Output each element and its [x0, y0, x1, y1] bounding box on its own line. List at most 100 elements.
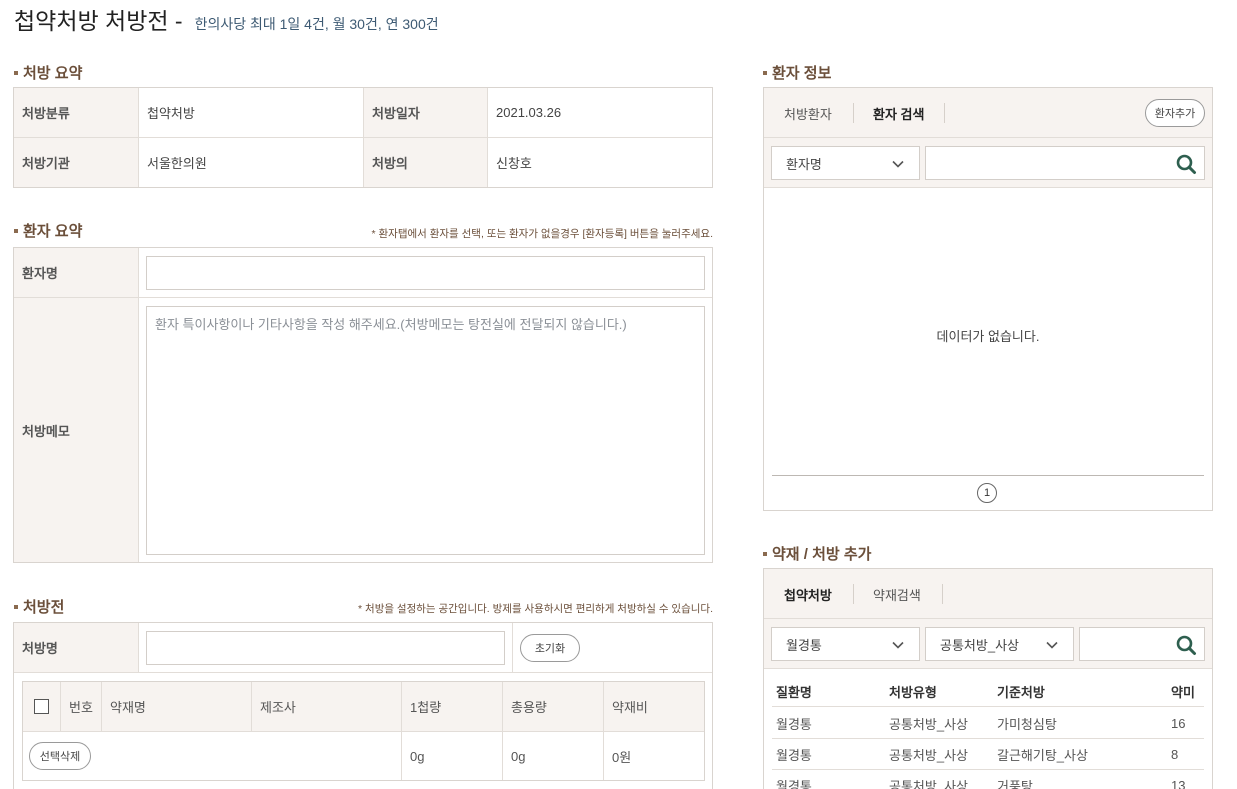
herb-search-box — [1079, 627, 1205, 661]
col-count: 약미 — [1171, 685, 1195, 700]
search-icon[interactable] — [1175, 634, 1197, 656]
row-count: 8 — [1171, 746, 1179, 762]
tab-herb-search[interactable]: 약재검색 — [873, 569, 921, 619]
col-per-dose: 1첩량 — [401, 682, 502, 731]
row-disease: 월경통 — [776, 778, 812, 789]
row-type: 공통처방_사상 — [889, 778, 968, 789]
summary-row-2: 처방기관 서울한의원 처방의 신창호 — [14, 138, 712, 187]
category-label: 처방분류 — [14, 88, 139, 137]
summary-table: 처방분류 첩약처방 처방일자 2021.03.26 처방기관 서울한의원 처방의… — [13, 87, 713, 188]
patient-name-label: 환자명 — [14, 248, 139, 297]
row-base: 가미청심탕 — [997, 716, 1057, 732]
summary-section-title: 처방 요약 — [14, 62, 82, 83]
tab-separator — [853, 103, 854, 123]
summary-row-1: 처방분류 첩약처방 처방일자 2021.03.26 — [14, 88, 712, 138]
square-bullet-icon — [14, 70, 18, 75]
col-no: 번호 — [69, 700, 93, 715]
tab-herbal-prescription[interactable]: 첩약처방 — [784, 569, 832, 619]
org-value: 서울한의원 — [147, 156, 207, 171]
col-maker: 제조사 — [251, 682, 401, 731]
tab-separator — [853, 584, 854, 604]
search-icon[interactable] — [1175, 153, 1197, 175]
total-per-dose: 0g — [401, 732, 502, 780]
disease-select[interactable]: 월경통 — [771, 627, 920, 661]
prescription-section-title: 처방전 — [14, 596, 64, 617]
row-type: 공통처방_사상 — [889, 716, 968, 732]
herb-table-header: 번호 약재명 제조사 1첩량 총용량 약재비 — [23, 682, 704, 732]
page-title-main: 첩약처방 처방전 - — [14, 8, 183, 34]
patient-filter-select-value: 환자명 — [786, 156, 822, 172]
total-cost: 0원 — [603, 732, 704, 780]
row-count: 13 — [1171, 777, 1186, 789]
list-item[interactable]: 월경통 공통처방_사상 가미청심탕 16 — [772, 708, 1204, 739]
memo-row: 처방메모 — [14, 298, 712, 562]
herb-add-section-title: 약재 / 처방 추가 — [763, 543, 871, 564]
row-disease: 월경통 — [776, 716, 812, 732]
herb-list-header: 질환명 처방유형 기준처방 약미 — [772, 677, 1204, 707]
patient-info-panel: 처방환자 환자 검색 환자추가 환자명 데이터가 없습니다. 1 — [763, 87, 1213, 511]
pager-divider — [772, 475, 1204, 476]
herb-filterbar: 월경통 공통처방_사상 — [764, 619, 1212, 669]
memo-textarea[interactable] — [146, 306, 705, 555]
square-bullet-icon — [763, 551, 767, 556]
doctor-value: 신창호 — [496, 156, 532, 171]
chevron-down-icon — [892, 160, 904, 168]
select-all-checkbox[interactable] — [34, 699, 49, 714]
page-title: 첩약처방 처방전 - 한의사당 최대 1일 4건, 월 30건, 연 300건 — [14, 2, 439, 36]
row-base: 갈근해기탕_사상 — [997, 747, 1088, 763]
patient-filter-select[interactable]: 환자명 — [771, 146, 920, 180]
herb-search-input[interactable] — [1080, 628, 1168, 660]
col-type: 처방유형 — [889, 685, 937, 700]
select-all-cell — [23, 682, 61, 731]
patient-name-row: 환자명 — [14, 248, 712, 298]
col-base: 기준처방 — [997, 685, 1045, 700]
prescription-box: 처방명 초기화 번호 약재명 제조사 1첩량 총용량 약재비 선택삭제 0g 0… — [13, 622, 713, 789]
tab-prescription-patient[interactable]: 처방환자 — [784, 88, 832, 138]
total-amount: 0g — [502, 732, 603, 780]
category-value: 첩약처방 — [147, 106, 195, 121]
chevron-down-icon — [1046, 641, 1058, 649]
prescription-name-row: 처방명 초기화 — [14, 623, 712, 673]
page-subtitle: 한의사당 최대 1일 4건, 월 30건, 연 300건 — [194, 16, 439, 32]
tab-separator — [944, 103, 945, 123]
divider — [512, 623, 513, 672]
doctor-label: 처방의 — [363, 138, 488, 187]
type-select-value: 공통처방_사상 — [940, 637, 1019, 653]
prescription-name-input[interactable] — [146, 631, 505, 665]
prescription-name-label: 처방명 — [14, 623, 139, 672]
patient-summary-table: 환자명 처방메모 — [13, 247, 713, 563]
delete-selected-button[interactable]: 선택삭제 — [29, 742, 91, 770]
date-value: 2021.03.26 — [496, 105, 562, 120]
col-cost: 약재비 — [603, 682, 704, 731]
herb-table: 번호 약재명 제조사 1첩량 총용량 약재비 선택삭제 0g 0g 0원 — [22, 681, 705, 781]
patient-info-tabbar: 처방환자 환자 검색 환자추가 — [764, 88, 1212, 138]
date-label: 처방일자 — [363, 88, 488, 137]
patient-summary-section-title: 환자 요약 — [14, 220, 82, 241]
add-patient-button[interactable]: 환자추가 — [1145, 99, 1205, 127]
type-select[interactable]: 공통처방_사상 — [925, 627, 1074, 661]
chevron-down-icon — [892, 641, 904, 649]
tab-patient-search[interactable]: 환자 검색 — [873, 88, 924, 138]
list-item[interactable]: 월경통 공통처방_사상 갈근해기탕_사상 8 — [772, 739, 1204, 770]
page-number-button[interactable]: 1 — [977, 483, 997, 503]
col-total: 총용량 — [502, 682, 603, 731]
square-bullet-icon — [763, 70, 767, 75]
reset-button[interactable]: 초기화 — [520, 634, 580, 662]
patient-search-input[interactable] — [926, 147, 1168, 179]
prescription-note: * 처방을 설정하는 공간입니다. 방제를 사용하시면 편리하게 처방하실 수 … — [358, 603, 713, 615]
org-label: 처방기관 — [14, 138, 139, 187]
patient-filterbar: 환자명 — [764, 138, 1212, 188]
patient-info-section-title: 환자 정보 — [763, 62, 831, 83]
square-bullet-icon — [14, 228, 18, 233]
col-herb: 약재명 — [101, 682, 251, 731]
herb-add-tabbar: 첩약처방 약재검색 — [764, 569, 1212, 619]
col-disease: 질환명 — [776, 685, 812, 700]
row-type: 공통처방_사상 — [889, 747, 968, 763]
square-bullet-icon — [14, 604, 18, 609]
row-count: 16 — [1171, 715, 1186, 731]
memo-label: 처방메모 — [14, 298, 139, 562]
row-disease: 월경통 — [776, 747, 812, 763]
empty-message: 데이터가 없습니다. — [936, 329, 1040, 344]
patient-name-input[interactable] — [146, 256, 705, 290]
list-item[interactable]: 월경통 공통처방_사상 거풍탕 13 — [772, 770, 1204, 789]
